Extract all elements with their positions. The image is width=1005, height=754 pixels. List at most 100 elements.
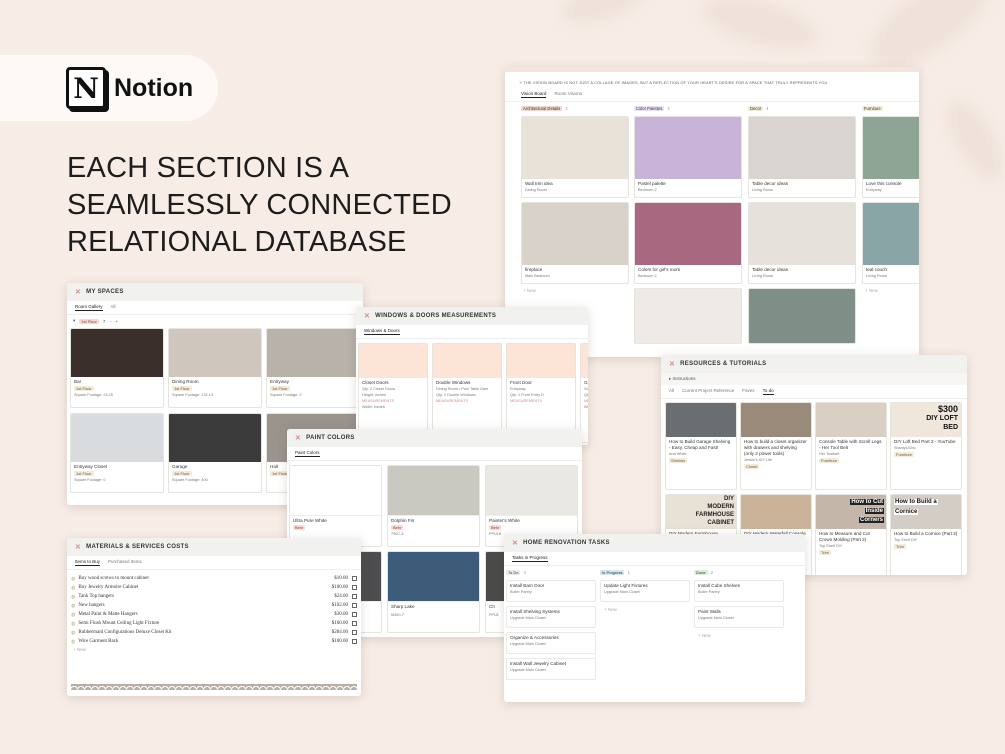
vision-card[interactable] xyxy=(634,288,742,344)
panel-header: ✕ MATERIALS & SERVICES COSTS xyxy=(67,538,361,556)
window-card[interactable]: Closet Doors Qty: 2 Closet Doors Height: i… xyxy=(358,343,428,443)
paint-card[interactable]: Ultra Pure White Behr xyxy=(289,465,382,547)
purchase-checkbox[interactable] xyxy=(352,585,357,590)
material-row[interactable]: ◍ Rubbermaid Configurations Deluxe Closet… xyxy=(67,628,361,637)
space-card[interactable]: Entryway 1st Floor Square Footage: 0 xyxy=(266,328,360,408)
card-title: fireplace xyxy=(525,267,543,272)
windows-tabs: Windows & Doors xyxy=(356,325,588,339)
floor-tag: 1st Floor xyxy=(74,386,94,391)
vision-card[interactable]: teal couch Living Room xyxy=(862,202,919,284)
task-card[interactable]: Install Cube Shelves Boiler Pantry xyxy=(694,580,784,602)
resource-card[interactable]: How to Build Garage Shelving - Easy, Che… xyxy=(665,402,737,490)
panel-header: ✕ HOME RENOVATION TASKS xyxy=(504,534,805,552)
purchase-checkbox[interactable] xyxy=(352,576,357,581)
vision-card[interactable] xyxy=(748,288,856,344)
vision-card[interactable]: Pastel palette Bedroom 2 xyxy=(634,116,742,198)
vision-card[interactable]: Table decor ideas Living Room xyxy=(748,202,856,284)
purchase-checkbox[interactable] xyxy=(352,630,357,635)
material-price: $30.00 xyxy=(334,612,348,617)
window-card[interactable]: Garage Access DoorGarageQty: 1 Garage Ac… xyxy=(580,343,588,443)
card-title: Table decor ideas xyxy=(752,267,789,272)
tab-faves[interactable]: Faves xyxy=(742,388,754,395)
resource-card[interactable]: How to Cut Inside Corners How to Measure an… xyxy=(815,494,887,575)
add-new-button[interactable]: + New xyxy=(604,607,617,612)
vision-card[interactable]: fireplace Main Bedroom xyxy=(521,202,629,284)
vision-columns: Architectural Details 2 Wall trim idea Dini… xyxy=(505,102,919,344)
task-card[interactable]: Install Shelving Systems Upgrade Main Clo… xyxy=(506,606,596,628)
resource-card[interactable]: How to build a closet organizer with dra… xyxy=(740,402,812,490)
space-card[interactable]: Dining Room 1st Floor Square Footage: 132.… xyxy=(168,328,262,408)
thumbnail-text: DIY xyxy=(723,496,734,502)
item-icon: ◍ xyxy=(71,585,76,591)
purchase-checkbox[interactable] xyxy=(352,612,357,617)
panel-title: HOME RENOVATION TASKS xyxy=(523,540,610,546)
resource-card[interactable]: How to Build a Cornice How to Build a Corn… xyxy=(890,494,962,575)
tab-paint-colors[interactable]: Paint Colors xyxy=(295,450,320,457)
tag-row: Trim xyxy=(816,549,886,556)
material-price: $284.00 xyxy=(331,630,348,635)
tab-all[interactable]: All xyxy=(669,388,674,395)
task-card[interactable]: Organize & Accessories Upgrade Main Close… xyxy=(506,632,596,654)
panel-title: WINDOWS & DOORS MEASUREMENTS xyxy=(375,313,497,319)
purchase-checkbox[interactable] xyxy=(352,603,357,608)
category-tag: Trim xyxy=(819,550,831,555)
space-card[interactable]: Bar 1st Floor Square Footage: 24.25 xyxy=(70,328,164,408)
tab-current-project[interactable]: Current Project Reference xyxy=(682,388,734,395)
vision-card[interactable]: Wall trim idea Dining Room xyxy=(521,116,629,198)
thumbnail-text: BED xyxy=(943,424,958,431)
card-title: Entryway Closet xyxy=(74,464,108,469)
material-row[interactable]: ◍ Buy Jewelry Armoire Cabinet $100.00 xyxy=(67,583,361,592)
material-row[interactable]: ◍ Tank Top hangers $24.00 xyxy=(67,592,361,601)
tab-to-do[interactable]: To do xyxy=(762,388,774,395)
task-card[interactable]: Paint Walls Upgrade Main Closet xyxy=(694,606,784,628)
tab-windows-doors[interactable]: Windows & Doors xyxy=(364,328,400,335)
card-subtitle: Bedroom 2 xyxy=(638,188,657,192)
tab-room-visions[interactable]: Room Visions xyxy=(554,91,582,98)
task-card[interactable]: Install Barn Door Boiler Pantry xyxy=(506,580,596,602)
instructions-toggle[interactable]: ▸ Instructions xyxy=(661,373,967,385)
resource-card[interactable]: Console Table with Scroll Legs - Her Too… xyxy=(815,402,887,490)
purchase-checkbox[interactable] xyxy=(352,594,357,599)
window-card[interactable]: Front Door Entryway Qty: 1 Front Entry D ME… xyxy=(506,343,576,443)
task-card[interactable]: Install Wall Jewelry Cabinet Upgrade Main… xyxy=(506,658,596,680)
tab-tasks-in-progress[interactable]: Tasks in Progress xyxy=(512,555,548,562)
tab-purchased-items[interactable]: Purchased Items xyxy=(108,559,142,566)
material-row[interactable]: ◍ Wire Garment Rack $100.00 xyxy=(67,637,361,646)
column-header: Color Palettes 4 xyxy=(634,106,670,111)
tab-room-gallery[interactable]: Room Gallery xyxy=(75,304,103,311)
leaf-shadow xyxy=(696,0,824,60)
space-card[interactable]: Entryway Closet 1st Floor Square Footage: … xyxy=(70,413,164,493)
thumbnail-text: DIY LOFT xyxy=(926,415,958,422)
purchase-checkbox[interactable] xyxy=(352,621,357,626)
paint-name: Sharp Lake xyxy=(391,604,415,609)
space-card[interactable]: Garage 1st Floor Square Footage: 400 xyxy=(168,413,262,493)
window-card[interactable]: Double Windows Dining Room • Pool Table G… xyxy=(432,343,502,443)
toggle-arrow-icon[interactable]: ▾ xyxy=(73,318,75,324)
add-new-button[interactable]: + New xyxy=(67,646,361,653)
tab-all[interactable]: All xyxy=(111,304,116,311)
material-row[interactable]: ◍ Semi Flush Mount Ceiling Light Fixture $… xyxy=(67,619,361,628)
add-new-button[interactable]: + New xyxy=(865,288,878,293)
resource-card[interactable]: $300 DIY LOFT BED DIY Loft Bed Part 2 - You… xyxy=(890,402,962,490)
vision-card[interactable]: Table decor ideas Living Room xyxy=(748,116,856,198)
vision-card[interactable]: Colors for girl's room Bedroom 2 xyxy=(634,202,742,284)
vision-card[interactable]: Love this console Entryway xyxy=(862,116,919,198)
more-icon[interactable]: ··· + xyxy=(109,319,117,324)
paint-card[interactable]: Dolphin Fin Behr 790C-3 xyxy=(387,465,480,547)
material-row[interactable]: ◍ Metal Paint & Matte Hangers $30.00 xyxy=(67,610,361,619)
category-tag: Closet xyxy=(744,464,760,469)
tab-items-to-buy[interactable]: Items to Buy xyxy=(75,559,101,566)
thumbnail-text: Inside xyxy=(864,508,884,514)
add-new-button[interactable]: + New xyxy=(523,288,536,293)
paint-card[interactable]: Sharp Lake M490-7 xyxy=(387,551,480,633)
task-card[interactable]: Update Light Fixtures Upgrade Main Closet xyxy=(600,580,690,602)
purchase-checkbox[interactable] xyxy=(352,639,357,644)
material-row[interactable]: ◍ Buy wood screws to mount cabinet $10.00 xyxy=(67,574,361,583)
add-new-button[interactable]: + New xyxy=(698,633,711,638)
tab-vision-board[interactable]: Vision Board xyxy=(521,91,547,98)
tag-row: Trim xyxy=(891,543,961,550)
material-price: $100.00 xyxy=(331,585,348,590)
paint-code: M490-7 xyxy=(391,613,404,617)
material-right: $160.00 xyxy=(332,621,357,626)
material-row[interactable]: ◍ New hangers $102.00 xyxy=(67,601,361,610)
